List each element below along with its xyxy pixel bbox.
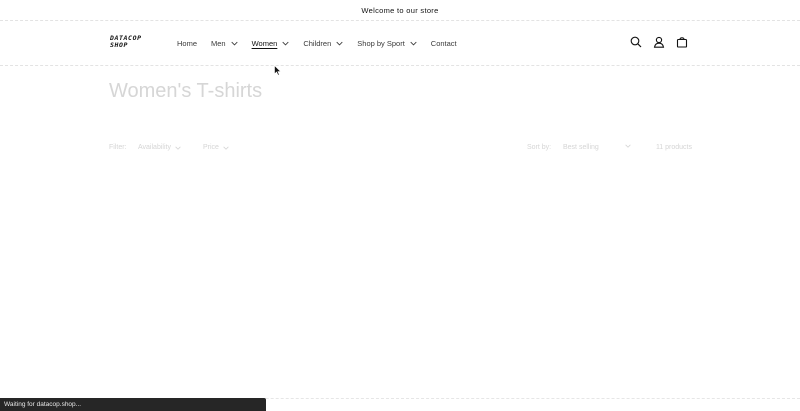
mouse-cursor-icon (274, 65, 282, 76)
sort-value: Best selling (563, 144, 599, 151)
nav-label: Shop by Sport (357, 38, 405, 48)
account-button[interactable] (652, 35, 666, 49)
sort-select[interactable]: Best selling (563, 144, 631, 151)
availability-label: Availability (138, 144, 171, 151)
main-nav: Home Men Women Children Shop by Sport Co… (177, 21, 471, 65)
facet-filters: Filter: Availability Price Sort by: Best… (109, 144, 692, 156)
nav-item-contact[interactable]: Contact (431, 39, 457, 48)
sort-label: Sort by: (527, 144, 552, 151)
announcement-text: Welcome to our store (361, 5, 439, 15)
site-header: DATACOP SHOP Home Men Women Children Sho… (0, 21, 800, 66)
chevron-down-icon (410, 41, 417, 46)
product-count: 11 products (655, 144, 692, 151)
chevron-down-icon (336, 41, 343, 46)
price-label: Price (203, 144, 219, 151)
nav-item-men[interactable]: Men (211, 39, 238, 48)
chevron-down-icon (282, 41, 289, 46)
collection-title: Women's T-shirts (109, 80, 263, 102)
announcement-bar: Welcome to our store (0, 0, 800, 21)
logo-line-2: SHOP (110, 41, 129, 49)
search-button[interactable] (629, 35, 643, 49)
cart-button[interactable] (675, 35, 689, 49)
nav-label: Contact (430, 38, 457, 48)
cart-icon (676, 37, 688, 48)
nav-label: Women (251, 38, 278, 48)
nav-item-women[interactable]: Women (252, 39, 290, 48)
chevron-down-icon (175, 146, 181, 150)
availability-filter[interactable]: Availability (138, 144, 181, 151)
nav-item-home[interactable]: Home (177, 39, 197, 48)
price-filter[interactable]: Price (203, 144, 229, 151)
nav-item-children[interactable]: Children (303, 39, 343, 48)
browser-status-bar: Waiting for datacop.shop... (0, 398, 266, 411)
store-logo[interactable]: DATACOP SHOP (110, 35, 158, 51)
nav-item-shop-by-sport[interactable]: Shop by Sport (357, 39, 417, 48)
nav-label: Men (211, 38, 226, 48)
nav-label: Children (303, 38, 332, 48)
header-icons (629, 35, 689, 49)
account-icon (653, 36, 665, 48)
filter-label: Filter: (109, 144, 127, 151)
status-text: Waiting for datacop.shop... (4, 401, 82, 408)
search-icon (630, 36, 642, 48)
chevron-down-icon (625, 144, 631, 148)
chevron-down-icon (223, 146, 229, 150)
nav-label: Home (177, 38, 198, 48)
page: Welcome to our store DATACOP SHOP Home M… (0, 0, 800, 411)
chevron-down-icon (230, 41, 238, 46)
